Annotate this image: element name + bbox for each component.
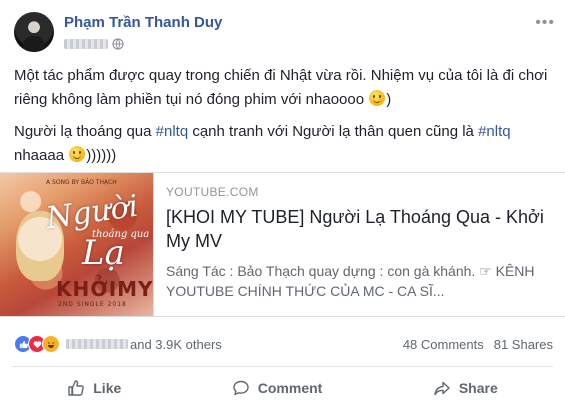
comment-button[interactable]: Comment xyxy=(214,373,341,403)
ellipsis-icon[interactable]: ••• xyxy=(535,14,555,32)
thumbnail-brand: KHỞIMY xyxy=(56,277,153,301)
link-domain: YOUTUBE.COM xyxy=(166,185,259,199)
thumbs-up-icon xyxy=(68,380,84,396)
reactions-bar: and 3.9K others 48 Comments 81 Shares xyxy=(14,334,553,354)
paragraph-text: nhaaaa xyxy=(14,147,69,164)
thumbnail-credit: A SONG BY BẢO THẠCH xyxy=(46,179,117,186)
paragraph-text: Người lạ thoáng qua xyxy=(14,123,156,140)
link-preview-card[interactable]: A SONG BY BẢO THẠCH Người thoáng qua Lạ … xyxy=(0,172,565,317)
post-body: Một tác phẩm được quay trong chiến đi Nh… xyxy=(14,64,554,176)
engagement-counts: 48 Comments 81 Shares xyxy=(403,337,553,352)
post-author-name[interactable]: Phạm Trần Thanh Duy xyxy=(64,14,222,31)
paragraph-text-end: ) xyxy=(386,91,392,108)
link-thumbnail[interactable]: A SONG BY BẢO THẠCH Người thoáng qua Lạ … xyxy=(0,173,153,316)
thumbnail-script-big: Lạ xyxy=(82,233,125,273)
hashtag-link[interactable]: #nltq xyxy=(478,123,511,140)
thumbnail-single-label: 2ND SINGLE 2018 xyxy=(58,301,127,308)
share-arrow-icon xyxy=(434,381,450,396)
like-button-label: Like xyxy=(93,380,122,396)
paragraph-text: Một tác phẩm được quay trong chiến đi Nh… xyxy=(14,67,548,108)
avatar[interactable] xyxy=(14,12,54,52)
comments-count[interactable]: 48 Comments xyxy=(403,337,484,352)
action-bar: Like Comment Share xyxy=(12,366,553,409)
reaction-count-text[interactable]: and 3.9K others xyxy=(130,337,222,352)
link-title[interactable]: [KHOI MY TUBE] Người Lạ Thoáng Qua - Khở… xyxy=(166,205,553,253)
paragraph-text: cạnh tranh với Người lạ thân quen cũng l… xyxy=(188,123,479,140)
link-description: Sáng Tác : Bảo Thạch quay dựng : con gà … xyxy=(166,263,535,299)
globe-icon xyxy=(112,38,124,50)
post-meta xyxy=(64,37,124,51)
haha-reaction-icon[interactable] xyxy=(42,335,60,353)
like-button[interactable]: Like xyxy=(49,373,139,403)
hashtag-link[interactable]: #nltq xyxy=(156,123,189,140)
post-paragraph-1: Một tác phẩm được quay trong chiến đi Nh… xyxy=(14,64,554,112)
facebook-post: Phạm Trần Thanh Duy ••• Một tác phẩm đượ… xyxy=(0,0,565,408)
post-paragraph-2: Người lạ thoáng qua #nltq cạnh tranh với… xyxy=(14,120,554,168)
smile-emoji-icon xyxy=(69,146,86,162)
comment-bubble-icon xyxy=(233,380,249,396)
comment-button-label: Comment xyxy=(257,380,323,396)
blurred-timestamp xyxy=(64,39,108,49)
blurred-reactor-names xyxy=(66,339,128,349)
smile-emoji-icon xyxy=(369,90,386,106)
paragraph-text-end: )))))) xyxy=(86,147,117,164)
share-button[interactable]: Share xyxy=(415,373,516,403)
link-info[interactable]: YOUTUBE.COM [KHOI MY TUBE] Người Lạ Thoá… xyxy=(153,173,565,316)
share-button-label: Share xyxy=(458,380,498,396)
shares-count[interactable]: 81 Shares xyxy=(494,337,553,352)
reaction-icons[interactable] xyxy=(14,335,60,353)
